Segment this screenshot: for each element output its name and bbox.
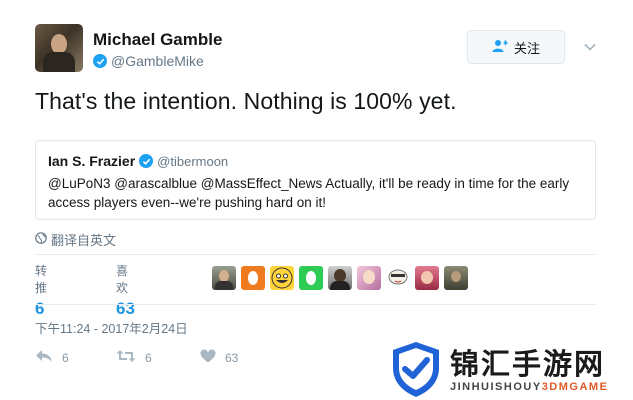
like-stat-label: 喜欢 xyxy=(116,264,129,295)
quoted-tweet-header: Ian S. Frazier @tibermoon xyxy=(48,153,228,169)
retweet-stat-value: 6 xyxy=(35,299,45,318)
like-stat-value: 63 xyxy=(116,299,135,318)
reply-button[interactable]: 6 xyxy=(35,349,69,366)
reply-icon xyxy=(35,349,53,366)
reply-count: 6 xyxy=(62,350,69,365)
liker-avatar[interactable] xyxy=(241,266,265,290)
watermark-en-highlight: 3DMGAME xyxy=(541,381,609,393)
author-handle-row: @GambleMike xyxy=(93,53,204,69)
follow-button[interactable]: 关注 xyxy=(467,30,565,64)
watermark-shield-icon xyxy=(393,342,439,397)
divider xyxy=(35,254,596,255)
liker-avatar[interactable] xyxy=(212,266,236,290)
heart-icon xyxy=(200,349,216,366)
verified-badge-icon xyxy=(93,54,107,68)
author-avatar[interactable] xyxy=(35,24,83,72)
divider xyxy=(35,304,596,305)
liker-avatar[interactable] xyxy=(357,266,381,290)
follow-button-label: 关注 xyxy=(513,40,540,56)
quoted-author-name: Ian S. Frazier xyxy=(48,153,136,169)
add-user-icon xyxy=(492,39,508,56)
verified-badge-icon xyxy=(139,154,154,168)
author-name[interactable]: Michael Gamble xyxy=(93,30,222,50)
like-stat[interactable]: 喜欢 63 xyxy=(116,262,135,319)
watermark: 锦汇手游网 JINHUISHOUY3DMGAME xyxy=(390,340,633,400)
chevron-down-icon[interactable] xyxy=(583,40,597,54)
tweet-text: That's the intention. Nothing is 100% ye… xyxy=(35,88,457,114)
liker-avatar[interactable] xyxy=(386,266,410,290)
retweet-icon xyxy=(116,349,136,366)
retweet-count: 6 xyxy=(145,350,152,365)
liker-avatar[interactable] xyxy=(299,266,323,290)
quoted-tweet[interactable]: Ian S. Frazier @tibermoon @LuPoN3 @arasc… xyxy=(35,140,596,220)
translate-label: 翻译自英文 xyxy=(51,233,117,248)
watermark-cn-text: 锦汇手游网 xyxy=(450,347,606,381)
liker-avatar[interactable] xyxy=(444,266,468,290)
tweet-header: Michael Gamble @GambleMike 关注 xyxy=(35,24,605,74)
retweet-button[interactable]: 6 xyxy=(116,349,152,366)
quoted-author-handle: @tibermoon xyxy=(157,153,229,169)
liker-avatar[interactable] xyxy=(415,266,439,290)
like-count: 63 xyxy=(225,350,239,365)
liker-avatars xyxy=(212,266,468,290)
quoted-tweet-text: @LuPoN3 @arascalblue @MassEffect_News Ac… xyxy=(48,176,570,210)
watermark-en-prefix: JINHUISHOUY xyxy=(450,381,542,393)
globe-icon xyxy=(35,232,47,247)
liker-avatar[interactable] xyxy=(328,266,352,290)
watermark-en-text: JINHUISHOUY3DMGAME xyxy=(450,381,608,393)
author-handle[interactable]: @GambleMike xyxy=(111,53,204,69)
tweet-timestamp[interactable]: 下午11:24 - 2017年2月24日 xyxy=(35,318,188,337)
retweet-stat-label: 转推 xyxy=(35,264,48,295)
liker-avatar[interactable] xyxy=(270,266,294,290)
retweet-stat[interactable]: 转推 6 xyxy=(35,262,47,319)
like-button[interactable]: 63 xyxy=(200,349,238,366)
translate-link[interactable]: 翻译自英文 xyxy=(35,230,116,249)
